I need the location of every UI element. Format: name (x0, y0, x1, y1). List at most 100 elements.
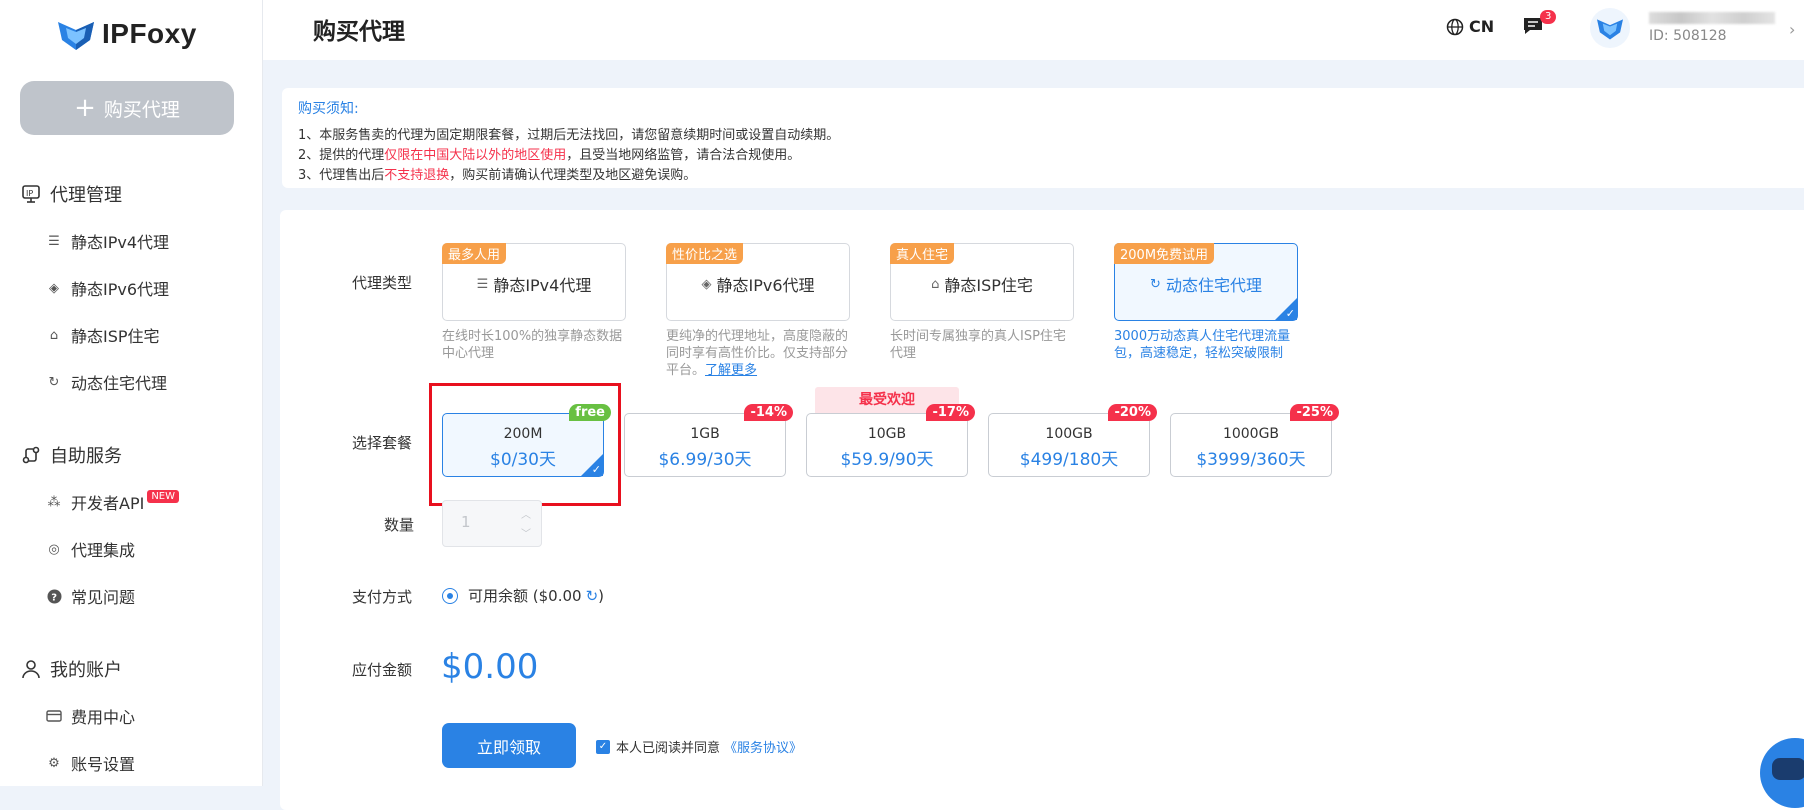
type-description: 3000万动态真人住宅代理流量包，高速稳定，轻松突破限制 (1114, 329, 1291, 361)
type-name: ↻ 动态住宅代理 (1115, 272, 1297, 296)
sidebar-item-label: 静态ISP住宅 (71, 327, 160, 346)
sidebar-item-dynamic-residential[interactable]: ↻ 动态住宅代理 (46, 370, 167, 394)
globe-icon (1446, 18, 1464, 35)
ip-icon: IP (20, 183, 42, 205)
api-icon: ⁂ (47, 494, 61, 510)
refresh-icon[interactable]: ↻ (586, 587, 599, 605)
buy-proxy-button[interactable]: + 购买代理 (20, 81, 234, 135)
notice-text: 3、代理售出后 (298, 168, 385, 183)
service-agreement-link[interactable]: 《服务协议》 (724, 737, 802, 756)
type-name: ◈ 静态IPv6代理 (667, 272, 849, 296)
claim-now-button[interactable]: 立即领取 (442, 723, 576, 768)
notice-text: ，且受当地网络监管，请合法合规使用。 (566, 148, 801, 163)
chevron-right-icon[interactable]: › (1789, 20, 1795, 39)
sidebar-item-label: 账号设置 (71, 755, 136, 774)
package-1000gb[interactable]: 1000GB $3999/360天 -25% (1170, 404, 1339, 477)
purchase-notice: 购买须知: 1、本服务售卖的代理为固定期限套餐，过期后无法找回，请您留意续期时间… (282, 88, 1804, 188)
type-tag: 最多人用 (442, 243, 507, 264)
route-icon (20, 444, 42, 466)
package-10gb[interactable]: 10GB $59.9/90天 -17% (806, 404, 975, 477)
layers-icon: ◈ (701, 276, 712, 292)
notice-line-1: 1、本服务售卖的代理为固定期限套餐，过期后无法找回，请您留意续期时间或设置自动续… (298, 128, 840, 143)
package-price: $499/180天 (1019, 450, 1119, 470)
radio-selected[interactable] (442, 587, 458, 604)
new-badge: NEW (147, 489, 180, 503)
language-switch[interactable]: CN (1446, 17, 1494, 36)
type-tag: 200M免费试用 (1114, 243, 1215, 264)
package-1gb[interactable]: 1GB $6.99/30天 -14% (624, 404, 793, 477)
sidebar-item-static-ipv4[interactable]: ☰ 静态IPv4代理 (46, 229, 169, 253)
sidebar-item-static-isp[interactable]: ⌂ 静态ISP住宅 (46, 323, 160, 347)
package-price: $59.9/90天 (840, 450, 934, 470)
quantity-stepper[interactable]: 1 ︿ ﹀ (442, 500, 542, 547)
type-name-label: 动态住宅代理 (1165, 276, 1262, 295)
chevron-up-icon[interactable]: ︿ (521, 506, 531, 521)
agree-checkbox[interactable]: ✓ (596, 739, 610, 754)
chevron-down-icon[interactable]: ﹀ (521, 525, 531, 540)
notice-warning-text: 仅限在中国大陆以外的地区使用 (384, 148, 567, 163)
discount-badge: -14% (744, 404, 793, 421)
package-size: 1GB (690, 426, 720, 442)
type-name: ⌂ 静态ISP住宅 (891, 272, 1073, 296)
chat-bot-icon (1772, 758, 1804, 780)
type-description: 长时间专属独享的真人ISP住宅代理 (890, 329, 1066, 361)
user-icon (20, 658, 42, 680)
avatar[interactable] (1590, 8, 1630, 48)
package-size: 100GB (1045, 426, 1093, 442)
page-title: 购买代理 (313, 19, 405, 45)
nav-group-label: 代理管理 (50, 185, 122, 206)
payment-option-close: ) (598, 586, 604, 605)
package-size: 10GB (867, 426, 907, 442)
agreement: ✓ 本人已阅读并同意 《服务协议》 (596, 737, 802, 756)
nav-group-label: 自助服务 (50, 446, 122, 467)
type-tag: 真人住宅 (890, 243, 955, 264)
package-100gb[interactable]: 100GB $499/180天 -20% (988, 404, 1157, 477)
sidebar-item-proxy-integration[interactable]: ◎ 代理集成 (46, 537, 135, 561)
package-label: 选择套餐 (352, 434, 413, 452)
sidebar-item-label: 费用中心 (71, 708, 136, 727)
nav-group-my-account[interactable]: 我的账户 (20, 656, 122, 682)
proxy-type-static-isp[interactable]: 真人住宅 ⌂ 静态ISP住宅 (890, 243, 1074, 321)
sidebar-item-billing[interactable]: 费用中心 (46, 704, 135, 728)
sidebar-item-label: 静态IPv6代理 (71, 280, 170, 299)
logo[interactable]: IPFoxy (56, 16, 197, 52)
notice-title: 购买须知: (298, 101, 359, 117)
package-size: 1000GB (1222, 426, 1280, 442)
fox-avatar-icon (1597, 19, 1623, 40)
package-price: $6.99/30天 (658, 450, 752, 470)
language-label: CN (1469, 17, 1495, 36)
nav-group-label: 我的账户 (50, 660, 122, 681)
quantity-label: 数量 (384, 516, 415, 534)
svg-text:?: ? (51, 592, 57, 603)
amount-due: $0.00 (441, 647, 539, 687)
package-price: $3999/360天 (1196, 450, 1306, 470)
nav-group-proxy-management[interactable]: IP 代理管理 (20, 181, 122, 207)
gear-icon: ⚙ (48, 755, 60, 771)
fox-logo-icon (58, 22, 94, 50)
proxy-type-static-ipv6[interactable]: 性价比之选 ◈ 静态IPv6代理 (666, 243, 850, 321)
nav-group-self-service[interactable]: 自助服务 (20, 442, 122, 468)
check-icon: ✓ (1285, 307, 1295, 320)
payment-balance-option[interactable]: 可用余额 ($0.00 ↻ ) (442, 585, 604, 606)
message-count-badge: 3 (1540, 10, 1557, 24)
sidebar-item-faq[interactable]: ? 常见问题 (46, 584, 135, 608)
discount-badge: -17% (926, 404, 975, 421)
agree-text: 本人已阅读并同意 (616, 741, 721, 756)
sidebar-item-label: 静态IPv4代理 (71, 233, 170, 252)
brand-name: IPFoxy (102, 18, 197, 49)
payment-method-label: 支付方式 (352, 588, 413, 606)
sidebar-item-static-ipv6[interactable]: ◈ 静态IPv6代理 (46, 276, 169, 300)
type-description: 更纯净的代理地址，高度隐蔽的同时享有高性价比。仅支持部分平台。了解更多 (666, 328, 848, 379)
proxy-type-dynamic-residential[interactable]: 200M免费试用 ↻ 动态住宅代理 ✓ (1114, 243, 1298, 321)
svg-text:IP: IP (26, 189, 33, 198)
type-name-label: 静态IPv4代理 (493, 276, 592, 295)
sidebar-item-account-settings[interactable]: ⚙ 账号设置 (46, 751, 135, 775)
learn-more-link[interactable]: 了解更多 (705, 363, 757, 378)
sidebar-item-developer-api[interactable]: ⁂ 开发者API NEW (46, 489, 180, 514)
fingerprint-icon: ◎ (48, 541, 60, 557)
user-id: ID: 508128 (1649, 28, 1727, 44)
sidebar-item-label: 动态住宅代理 (71, 374, 168, 393)
buy-proxy-label: 购买代理 (103, 98, 180, 121)
proxy-type-static-ipv4[interactable]: 最多人用 ☰ 静态IPv4代理 (442, 243, 626, 321)
server-icon: ☰ (476, 276, 489, 292)
